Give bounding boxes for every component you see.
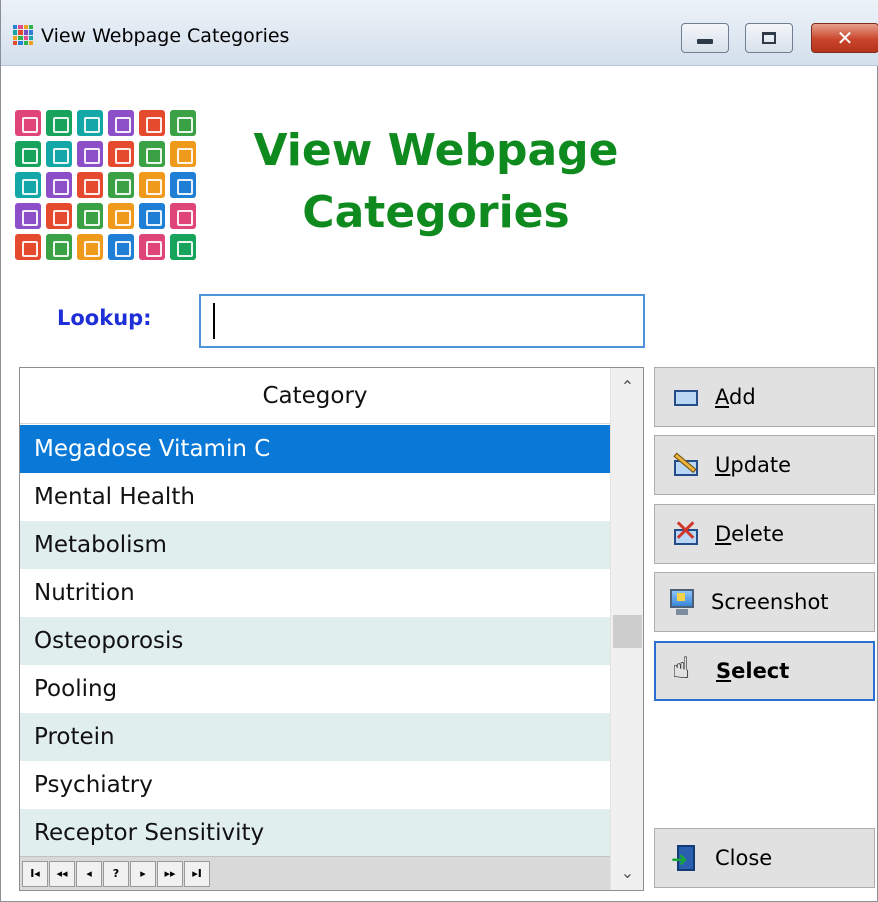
delete-button[interactable]: ✕ Delete bbox=[654, 504, 875, 564]
nav-last-button[interactable]: ▸I bbox=[184, 860, 210, 887]
logo-tile-icon bbox=[15, 141, 41, 167]
page-title-line-1: View Webpage bbox=[253, 125, 619, 176]
table-row[interactable]: Pooling bbox=[20, 665, 610, 713]
update-button-label: Update bbox=[715, 453, 792, 477]
screenshot-button-label: Screenshot bbox=[711, 590, 829, 614]
vertical-scrollbar[interactable]: ⌃ ⌄ bbox=[610, 368, 643, 890]
add-button-label: Add bbox=[715, 385, 756, 409]
update-icon bbox=[671, 450, 701, 480]
title-bar[interactable]: View Webpage Categories ✕ bbox=[1, 0, 878, 66]
grid-rows: Megadose Vitamin C Mental Health Metabolis… bbox=[20, 425, 610, 857]
logo-tile-icon bbox=[15, 172, 41, 198]
screenshot-icon bbox=[667, 587, 697, 617]
scroll-down-icon[interactable]: ⌄ bbox=[611, 858, 644, 886]
scroll-thumb[interactable] bbox=[613, 615, 642, 648]
select-hand-icon: ☝ bbox=[672, 651, 691, 686]
nav-prev-page-button[interactable]: ◂◂ bbox=[49, 860, 75, 887]
logo-tile-icon bbox=[108, 110, 134, 136]
logo-tile-icon bbox=[46, 203, 72, 229]
page-title-line-2: Categories bbox=[302, 187, 570, 238]
table-row[interactable]: Mental Health bbox=[20, 473, 610, 521]
logo-tile-icon bbox=[139, 141, 165, 167]
logo-tile-icon bbox=[170, 172, 196, 198]
logo-tile-icon bbox=[170, 110, 196, 136]
select-button[interactable]: ☝ Select bbox=[654, 641, 875, 701]
logo-tile-icon bbox=[46, 234, 72, 260]
logo-tile-icon bbox=[77, 141, 103, 167]
logo-tile-icon bbox=[77, 172, 103, 198]
window: View Webpage Categories ✕ View Webpage C… bbox=[0, 0, 878, 902]
logo-tile-icon bbox=[139, 172, 165, 198]
logo-tile-icon bbox=[170, 234, 196, 260]
update-button[interactable]: Update bbox=[654, 435, 875, 495]
logo-tile-icon bbox=[139, 203, 165, 229]
table-row[interactable]: Megadose Vitamin C bbox=[20, 425, 610, 473]
nav-next-page-button[interactable]: ▸▸ bbox=[157, 860, 183, 887]
close-window-button[interactable]: ✕ bbox=[811, 23, 878, 53]
maximize-icon bbox=[762, 32, 776, 44]
close-icon: ✕ bbox=[836, 26, 854, 50]
app-icon bbox=[13, 25, 33, 45]
text-caret bbox=[213, 303, 215, 339]
nav-prev-button[interactable]: ◂ bbox=[76, 860, 102, 887]
screenshot-button[interactable]: Screenshot bbox=[654, 572, 875, 632]
table-row[interactable]: Protein bbox=[20, 713, 610, 761]
logo-tile-icon bbox=[15, 234, 41, 260]
close-door-icon: ➜ bbox=[671, 843, 701, 873]
nav-goto-button[interactable]: ? bbox=[103, 860, 129, 887]
table-row[interactable]: Osteoporosis bbox=[20, 617, 610, 665]
logo-tile-icon bbox=[170, 141, 196, 167]
logo-tile-icon bbox=[77, 234, 103, 260]
logo-tile-icon bbox=[139, 234, 165, 260]
nav-first-button[interactable]: I◂ bbox=[22, 860, 48, 887]
logo-tile-icon bbox=[108, 172, 134, 198]
delete-button-label: Delete bbox=[715, 522, 784, 546]
nav-next-button[interactable]: ▸ bbox=[130, 860, 156, 887]
delete-icon: ✕ bbox=[673, 514, 699, 549]
table-row[interactable]: Psychiatry bbox=[20, 761, 610, 809]
logo-tile-icon bbox=[108, 203, 134, 229]
window-title: View Webpage Categories bbox=[41, 25, 290, 47]
logo-tile-icon bbox=[170, 203, 196, 229]
logo-tile-icon bbox=[15, 110, 41, 136]
category-logo-icon bbox=[15, 110, 197, 260]
scroll-up-icon[interactable]: ⌃ bbox=[611, 372, 644, 400]
logo-tile-icon bbox=[139, 110, 165, 136]
table-row[interactable]: Receptor Sensitivity bbox=[20, 809, 610, 857]
logo-tile-icon bbox=[46, 172, 72, 198]
table-row[interactable]: Metabolism bbox=[20, 521, 610, 569]
logo-tile-icon bbox=[46, 141, 72, 167]
logo-tile-icon bbox=[15, 203, 41, 229]
logo-tile-icon bbox=[77, 110, 103, 136]
lookup-label: Lookup: bbox=[57, 306, 152, 330]
logo-tile-icon bbox=[108, 141, 134, 167]
page-title: View Webpage Categories bbox=[201, 120, 671, 244]
add-button[interactable]: ... Add bbox=[654, 367, 875, 427]
select-button-label: Select bbox=[716, 659, 790, 683]
column-header-category[interactable]: Category bbox=[20, 368, 610, 424]
logo-tile-icon bbox=[108, 234, 134, 260]
close-button[interactable]: ➜ Close bbox=[654, 828, 875, 888]
add-icon: ... bbox=[671, 382, 701, 412]
logo-tile-icon bbox=[77, 203, 103, 229]
minimize-button[interactable] bbox=[681, 23, 729, 53]
logo-tile-icon bbox=[46, 110, 72, 136]
minimize-icon bbox=[697, 38, 713, 44]
table-row[interactable]: Nutrition bbox=[20, 569, 610, 617]
category-grid[interactable]: Category Megadose Vitamin C Mental Health… bbox=[19, 367, 644, 891]
maximize-button[interactable] bbox=[745, 23, 793, 53]
record-navigator: I◂ ◂◂ ◂? ▸ ▸▸ ▸I bbox=[20, 856, 610, 890]
lookup-input[interactable] bbox=[199, 294, 645, 348]
close-button-label: Close bbox=[715, 846, 773, 870]
